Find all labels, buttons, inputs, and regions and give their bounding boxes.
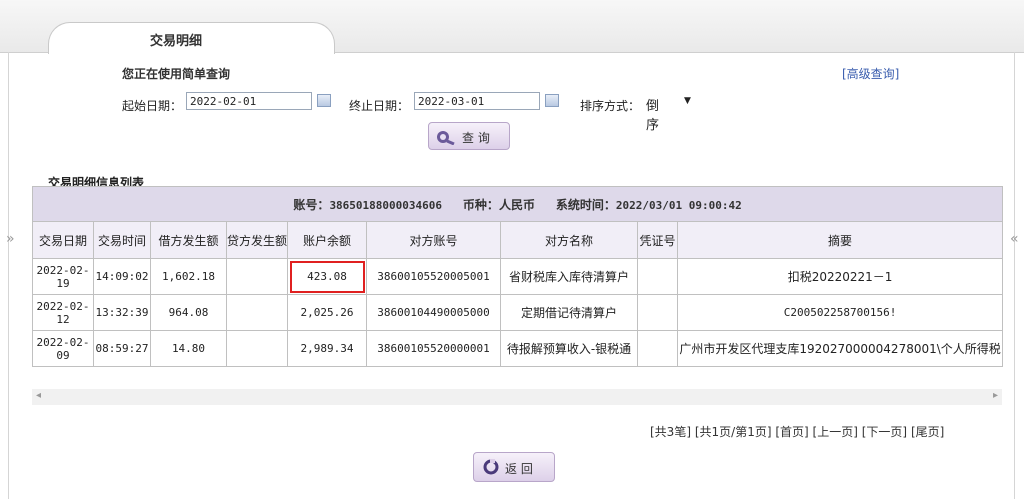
horizontal-scrollbar[interactable]: ◂ ▸ xyxy=(32,389,1002,405)
sort-label: 排序方式： xyxy=(580,99,641,113)
return-label: 返 回 xyxy=(505,462,533,476)
col-counter-account: 对方账号 xyxy=(366,221,501,259)
cell-voucher xyxy=(637,294,678,331)
cell-balance-highlighted: 423.08 xyxy=(287,258,367,295)
cell-counter-account: 38600105520000001 xyxy=(366,330,501,367)
currency-value: 人民币 xyxy=(498,197,535,212)
cell-date: 2022-02-09 xyxy=(32,330,94,367)
start-date-input[interactable]: 2022-02-01 xyxy=(186,92,312,110)
prev-page-link[interactable]: [上一页] xyxy=(813,425,858,439)
cell-credit xyxy=(226,330,288,367)
cell-time: 14:09:02 xyxy=(93,258,151,295)
right-border xyxy=(1014,52,1015,499)
table-row[interactable]: 2022-02-19 14:09:02 1,602.18 423.08 3860… xyxy=(32,258,1004,295)
chevron-down-icon: ▼ xyxy=(684,96,691,106)
end-date-input[interactable]: 2022-03-01 xyxy=(414,92,540,110)
cell-time: 08:59:27 xyxy=(93,330,151,367)
cell-counter-account: 38600104490005000 xyxy=(366,294,501,331)
transaction-table: 账号：38650188000034606 币种：人民币 系统时间：2022/03… xyxy=(31,186,1004,367)
account-info: 账号：38650188000034606 币种：人民币 系统时间：2022/03… xyxy=(31,186,1004,222)
cell-balance: 2,025.26 xyxy=(287,294,367,331)
col-counter-name: 对方名称 xyxy=(500,221,638,259)
cell-debit: 964.08 xyxy=(150,294,227,331)
cell-counter-name: 省财税库入库待清算户 xyxy=(500,258,638,295)
account-number: 38650188000034606 xyxy=(329,198,443,212)
cell-credit xyxy=(226,258,288,295)
system-time: 2022/03/01 09:00:42 xyxy=(615,198,742,212)
query-label: 查 询 xyxy=(462,131,490,145)
tab-transaction-detail[interactable]: 交易明细 xyxy=(150,30,202,49)
advanced-query-link[interactable]: [高级查询] xyxy=(842,65,899,82)
first-page-link[interactable]: [首页] xyxy=(775,425,808,439)
cell-memo: 扣税20220221－1 xyxy=(676,258,1004,295)
cell-debit: 14.80 xyxy=(150,330,227,367)
cell-voucher xyxy=(637,330,678,367)
pagination: [共3笔] [共1页/第1页] [首页] [上一页] [下一页] [尾页] xyxy=(650,423,944,440)
last-page-link[interactable]: [尾页] xyxy=(911,425,944,439)
scroll-right-icon[interactable]: ▸ xyxy=(993,390,998,401)
query-button[interactable]: 查 询 xyxy=(428,122,510,150)
cell-date: 2022-02-12 xyxy=(32,294,94,331)
col-debit: 借方发生额 xyxy=(150,221,227,259)
cell-credit xyxy=(226,294,288,331)
scroll-left-icon[interactable]: ◂ xyxy=(36,390,41,401)
cell-counter-name: 定期借记待清算户 xyxy=(500,294,638,331)
next-page-link[interactable]: [下一页] xyxy=(862,425,907,439)
return-icon xyxy=(483,459,499,475)
cell-time: 13:32:39 xyxy=(93,294,151,331)
table-row[interactable]: 2022-02-09 08:59:27 14.80 2,989.34 38600… xyxy=(32,330,1004,367)
search-icon xyxy=(437,131,455,145)
cell-voucher xyxy=(637,258,678,295)
cell-counter-account: 38600105520005001 xyxy=(366,258,501,295)
return-button[interactable]: 返 回 xyxy=(473,452,555,482)
col-time: 交易时间 xyxy=(93,221,151,259)
cell-memo: 广州市开发区代理支库192027000004278001\个人所得税 xyxy=(676,330,1004,367)
start-calendar-icon[interactable] xyxy=(317,94,331,107)
page-info: [共1页/第1页] xyxy=(694,425,772,439)
table-row[interactable]: 2022-02-12 13:32:39 964.08 2,025.26 3860… xyxy=(32,294,1004,331)
end-calendar-icon[interactable] xyxy=(545,94,559,107)
header-row: 交易日期 交易时间 借方发生额 贷方发生额 账户余额 对方账号 对方名称 凭证号… xyxy=(32,221,1004,259)
col-balance: 账户余额 xyxy=(287,221,367,259)
left-border xyxy=(8,52,9,499)
cell-memo: C200502258700156! xyxy=(676,294,1004,331)
cell-counter-name: 待报解预算收入-银税通 xyxy=(500,330,638,367)
collapse-right-icon[interactable]: « xyxy=(1010,231,1019,247)
col-memo: 摘要 xyxy=(676,221,1004,259)
total-count: [共3笔] xyxy=(650,425,691,439)
col-credit: 贷方发生额 xyxy=(226,221,288,259)
simple-query-hint: 您正在使用简单查询 xyxy=(122,67,231,81)
account-label: 账号： xyxy=(293,197,330,212)
currency-label: 币种： xyxy=(462,197,499,212)
start-date-label: 起始日期： xyxy=(122,99,183,113)
cell-date: 2022-02-19 xyxy=(32,258,94,295)
cell-balance: 2,989.34 xyxy=(287,330,367,367)
expand-left-icon[interactable]: » xyxy=(6,231,15,247)
cell-debit: 1,602.18 xyxy=(150,258,227,295)
account-info-row: 账号：38650188000034606 币种：人民币 系统时间：2022/03… xyxy=(31,186,1004,222)
col-date: 交易日期 xyxy=(32,221,94,259)
sort-value: 倒序 xyxy=(646,99,660,133)
end-date-label: 终止日期： xyxy=(349,99,410,113)
system-time-label: 系统时间： xyxy=(555,197,616,212)
col-voucher: 凭证号 xyxy=(637,221,678,259)
